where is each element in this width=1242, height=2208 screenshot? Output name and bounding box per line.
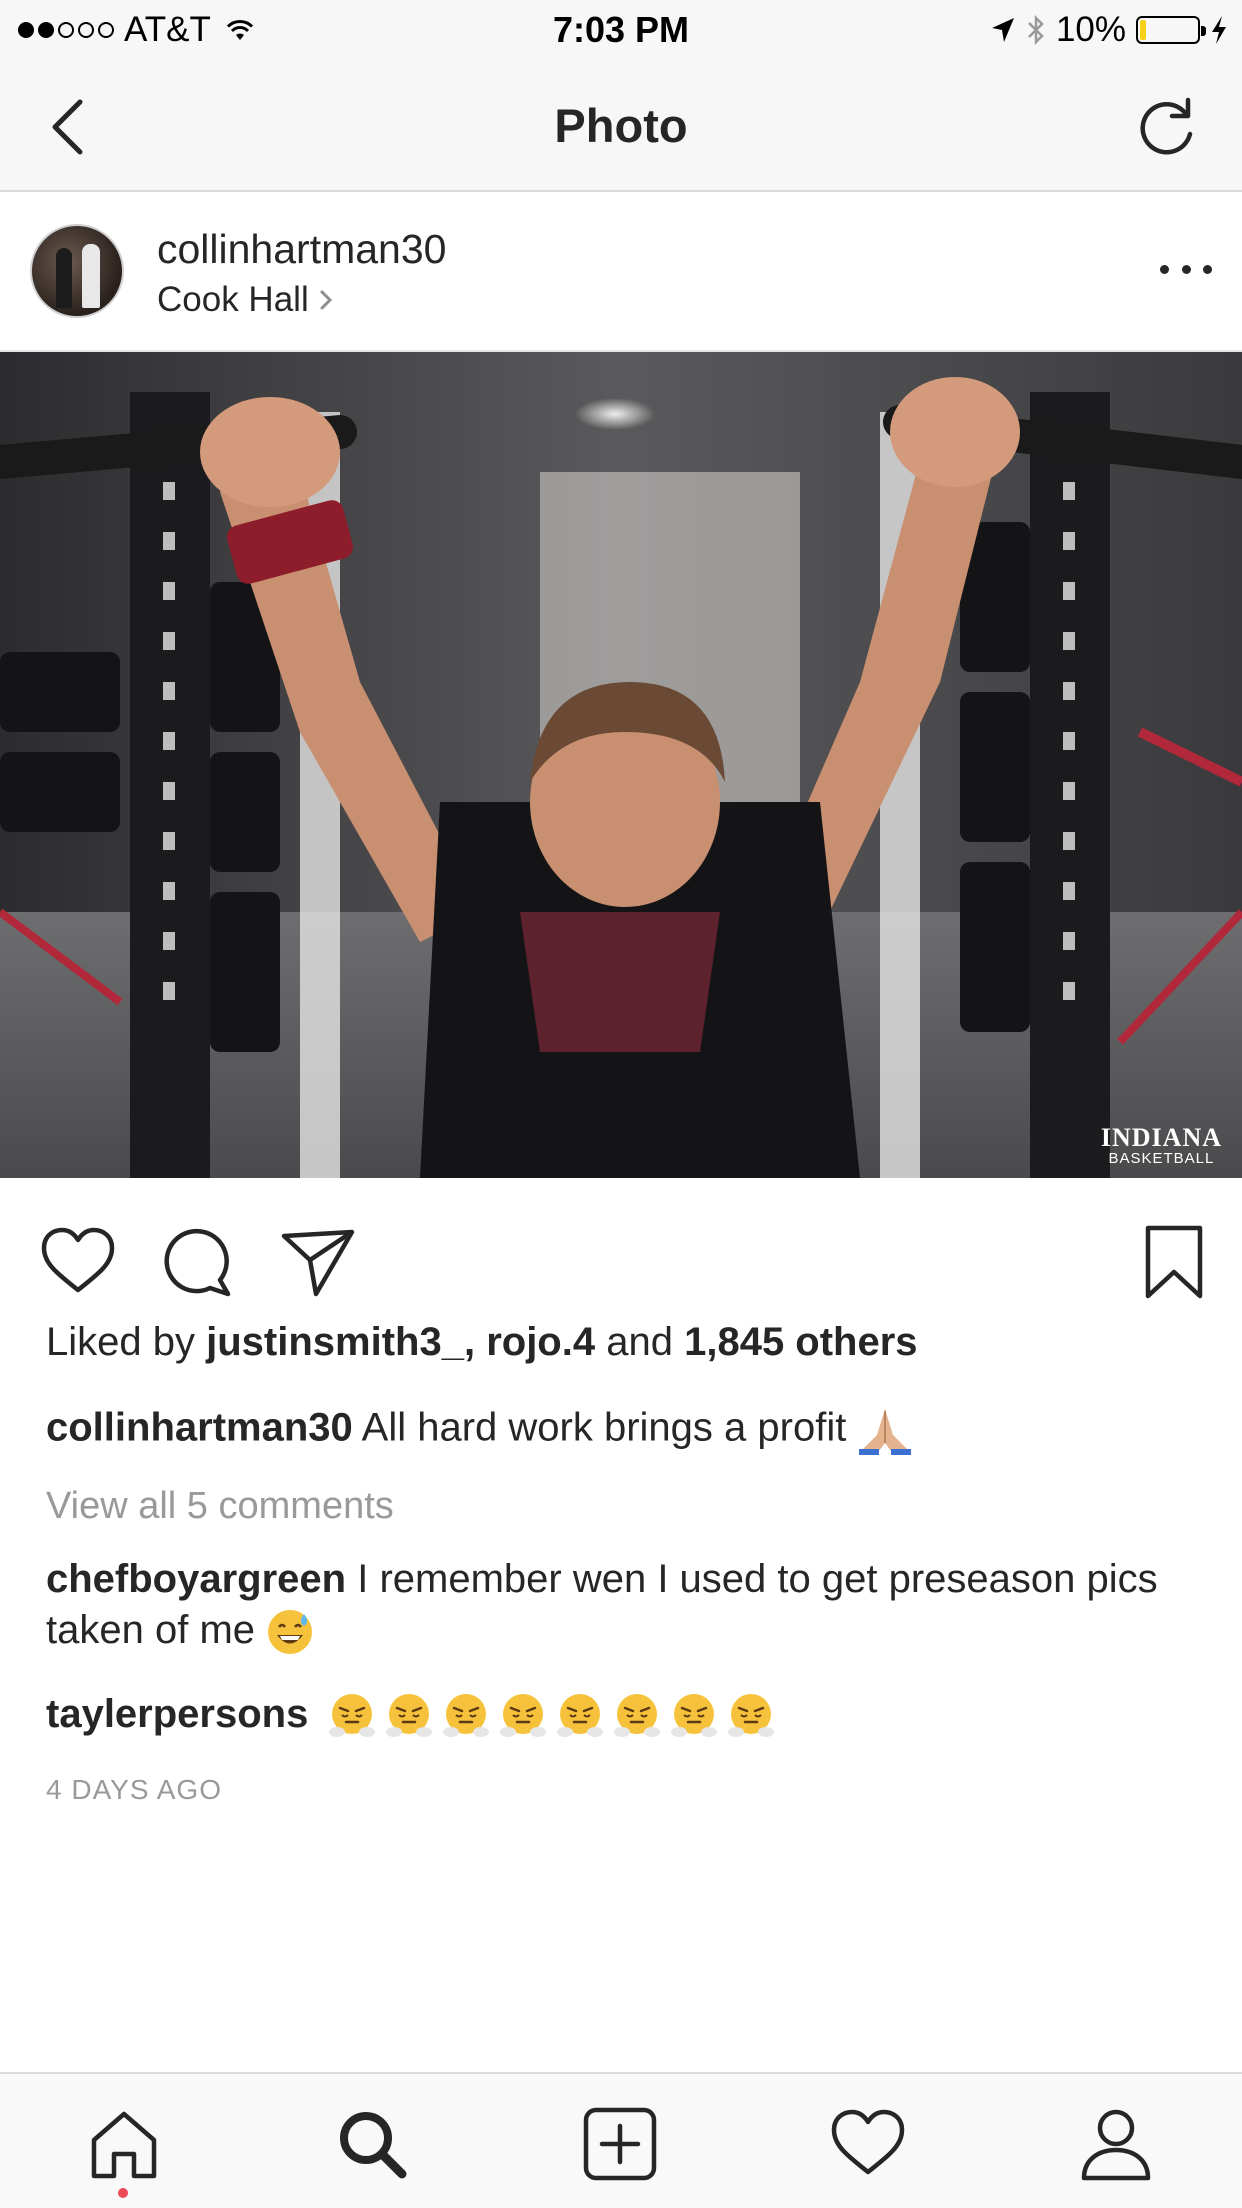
avatar[interactable]: [30, 224, 124, 318]
nav-header: Photo: [0, 62, 1242, 192]
comment-emojis: [319, 1692, 775, 1738]
steam-face-emoji: [728, 1694, 775, 1738]
tab-new-post[interactable]: [580, 2104, 660, 2184]
liker-1[interactable]: justinsmith3_,: [206, 1320, 475, 1364]
steam-face-emoji: [671, 1694, 718, 1738]
like-button[interactable]: [38, 1222, 118, 1302]
charging-bolt-icon: [1212, 16, 1226, 44]
location-arrow-icon: [991, 18, 1014, 42]
search-icon: [340, 2112, 407, 2179]
steam-face-emoji: [557, 1694, 604, 1738]
steam-face-emoji: [386, 1694, 433, 1738]
post-actions: [0, 1178, 1242, 1328]
post-photo[interactable]: INDIANA BASKETBALL: [0, 352, 1242, 1178]
home-notification-dot: [118, 2188, 128, 2198]
add-post-icon: [583, 2107, 657, 2181]
home-icon: [91, 2111, 157, 2179]
likes-and: and: [606, 1320, 673, 1364]
bluetooth-icon: [1028, 14, 1044, 46]
caption-text: All hard work brings a profit: [361, 1405, 847, 1450]
steam-face-emoji: [614, 1694, 661, 1738]
battery-percent: 10%: [1055, 10, 1126, 49]
tab-search[interactable]: [332, 2104, 412, 2184]
status-right: 10%: [980, 8, 1228, 52]
likes-prefix: Liked by: [46, 1320, 195, 1364]
steam-face-emoji: [500, 1694, 547, 1738]
battery-icon: [1136, 16, 1206, 44]
gym-photo: [0, 352, 1242, 1178]
folded-hands-emoji: [859, 1409, 912, 1455]
save-button[interactable]: [1134, 1222, 1214, 1302]
post-timestamp: 4 DAYS AGO: [46, 1774, 222, 1805]
activity-heart-icon: [831, 2109, 905, 2175]
comment-icon: [164, 1228, 231, 1297]
status-bar: AT&T 7:03 PM 10%: [0, 0, 1242, 62]
page-title: Photo: [554, 99, 688, 152]
photo-watermark: INDIANA BASKETBALL: [1100, 1123, 1222, 1167]
post-header: collinhartman30 Cook Hall: [0, 192, 1242, 352]
sweat-smile-emoji: [268, 1610, 313, 1655]
chevron-right-icon: [320, 290, 332, 310]
share-button[interactable]: [278, 1222, 358, 1302]
heart-icon: [41, 1227, 115, 1293]
caption-username[interactable]: collinhartman30: [46, 1406, 353, 1450]
liker-2[interactable]: rojo.4: [486, 1320, 595, 1364]
tab-home[interactable]: [84, 2104, 164, 2184]
view-all-comments-link[interactable]: View all 5 comments: [46, 1485, 394, 1528]
comment-button[interactable]: [158, 1222, 238, 1302]
watermark-line1: INDIANA: [1100, 1123, 1222, 1152]
tab-activity[interactable]: [828, 2104, 908, 2184]
post-username[interactable]: collinhartman30: [157, 226, 446, 273]
more-options-button[interactable]: [1160, 254, 1212, 284]
tab-profile[interactable]: [1076, 2104, 1156, 2184]
comment-username[interactable]: taylerpersons: [46, 1692, 308, 1736]
likes-count[interactable]: 1,845 others: [684, 1320, 917, 1364]
bookmark-icon: [1145, 1225, 1203, 1299]
profile-icon: [1081, 2109, 1151, 2181]
tab-bar: [0, 2072, 1242, 2208]
steam-face-emoji: [443, 1694, 490, 1738]
likes-line[interactable]: Liked by justinsmith3_, rojo.4 and 1,845…: [46, 1320, 918, 1365]
comment-item: chefboyargreen I remember wen I used to …: [46, 1554, 1206, 1656]
post-location[interactable]: Cook Hall: [157, 280, 333, 320]
location-label: Cook Hall: [157, 280, 309, 319]
caption: collinhartman30 All hard work brings a p…: [46, 1405, 913, 1455]
steam-face-emoji: [329, 1694, 376, 1738]
refresh-button[interactable]: [1132, 92, 1202, 162]
comment-username[interactable]: chefboyargreen: [46, 1557, 346, 1601]
watermark-line2: BASKETBALL: [1108, 1150, 1215, 1167]
share-icon: [281, 1229, 355, 1297]
refresh-icon: [1140, 97, 1193, 155]
comment-item: taylerpersons: [46, 1692, 775, 1740]
